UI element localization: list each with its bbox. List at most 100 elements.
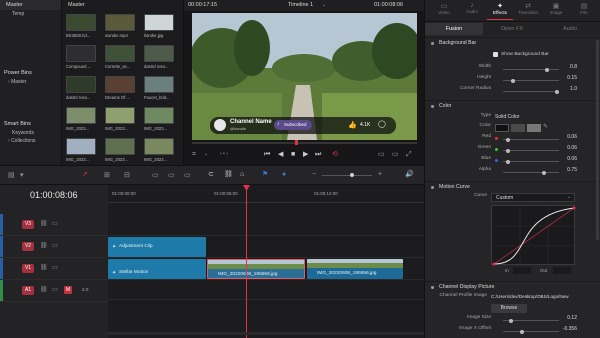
loop-icon[interactable]: ⟲	[332, 151, 338, 158]
jog-left-icon[interactable]: ‹ • ›	[220, 151, 228, 158]
inspector-tab-effects[interactable]: ✦ Effects	[487, 2, 513, 20]
red-value[interactable]: 0.06	[549, 134, 577, 140]
eyedropper-icon[interactable]: ✎	[543, 124, 548, 131]
corner-value[interactable]: 1.0	[549, 86, 577, 92]
profile-path-field[interactable]: C:/Users/dev/Desktop/OBS/Logo/New	[491, 294, 599, 299]
dropdown-icon[interactable]: ⌄	[204, 151, 208, 158]
zoom-slider[interactable]	[322, 175, 372, 176]
width-value[interactable]: 0.8	[549, 64, 577, 70]
smart-bin-keywords[interactable]: Keywords	[0, 129, 61, 137]
color-swatch-gray[interactable]	[511, 124, 525, 132]
color-swatch[interactable]	[495, 124, 509, 132]
blue-knob[interactable]	[506, 159, 511, 164]
type-dropdown[interactable]: Solid Color	[495, 114, 519, 120]
timeline-options-icon[interactable]: ▾	[20, 172, 24, 179]
media-thumbnail[interactable]	[105, 14, 135, 31]
height-value[interactable]: 0.15	[549, 75, 577, 81]
lock-icon[interactable]: ⛓	[40, 242, 48, 249]
timeline-view-icon[interactable]: ▤	[8, 172, 15, 179]
in-out-icon[interactable]: ▭	[392, 151, 399, 158]
section-channel-picture[interactable]: Channel Display Picture	[425, 281, 600, 292]
media-thumbnail[interactable]	[105, 76, 135, 93]
media-thumbnail[interactable]	[144, 107, 174, 124]
insert-icon[interactable]: ▭	[152, 172, 159, 179]
track-header-v2[interactable]: V2 ⛓ ▭	[0, 236, 108, 258]
video-frame[interactable]: Channel Name @handle ♪ Subscribed 👍 4.1K…	[192, 13, 417, 140]
zoom-knob[interactable]	[350, 173, 354, 177]
width-knob[interactable]	[544, 67, 549, 72]
adjustment-clip[interactable]: ✦ Adjustment Clip	[108, 237, 206, 257]
inspector-scrollbar[interactable]	[596, 40, 599, 240]
position-lock-icon[interactable]: ⌂	[240, 171, 244, 178]
image-size-knob[interactable]	[509, 318, 514, 323]
playhead-marker[interactable]	[295, 140, 298, 145]
play-icon[interactable]: ▶	[303, 151, 308, 158]
visibility-icon[interactable]: ▭	[52, 286, 58, 293]
timeline-scrollbar[interactable]	[108, 332, 424, 335]
track-header-v3[interactable]: V3 ⛓ ▭	[0, 214, 108, 236]
fullscreen-icon[interactable]: ⤢	[406, 151, 412, 158]
inspector-tab-image[interactable]: ▣ Image	[543, 2, 569, 20]
in-field[interactable]	[513, 267, 531, 274]
skip-start-icon[interactable]: ⏮	[264, 151, 270, 158]
timeline-name[interactable]: Timeline 1	[288, 2, 313, 8]
master-bin-title[interactable]: Master	[0, 0, 61, 10]
timeline-playhead[interactable]	[246, 185, 247, 338]
section-motion-curve[interactable]: Motion Curve	[425, 181, 600, 192]
media-thumbnail[interactable]	[144, 14, 174, 31]
zoom-in-icon[interactable]: +	[378, 171, 382, 178]
height-knob[interactable]	[510, 78, 515, 83]
track-header-v1[interactable]: V1 ⛓ ▭	[0, 258, 108, 280]
track-header-a1[interactable]: A1 ⛓ ▭ M 2.0	[0, 280, 108, 302]
smart-bin-collections[interactable]: › Collections	[0, 137, 61, 145]
timeline-ruler[interactable]: 01:00:00:00 01:00:06:00 01:00:12:00	[108, 185, 424, 203]
curve-editor[interactable]	[491, 205, 576, 266]
media-thumbnail[interactable]	[105, 138, 135, 155]
subtab-fusion[interactable]: Fusion	[425, 23, 483, 35]
mute-button[interactable]: M	[64, 286, 72, 294]
image-clip-1[interactable]: IMG_20220608_195556.jpg	[207, 259, 305, 279]
bin-item-temp[interactable]: Temp	[0, 10, 61, 18]
blue-value[interactable]: 0.06	[549, 156, 577, 162]
track-lane-v3[interactable]	[108, 214, 424, 236]
timeline-tracks[interactable]: 01:00:00:00 01:00:06:00 01:00:12:00 ✦ Ad…	[108, 185, 424, 338]
image-size-value[interactable]: 0.12	[549, 315, 577, 321]
browse-button[interactable]: Browse	[491, 304, 527, 313]
power-bin-master[interactable]: › Master	[0, 78, 61, 86]
marker-icon[interactable]: ●	[282, 171, 286, 178]
red-knob[interactable]	[506, 137, 511, 142]
inspector-tab-audio[interactable]: ♪ Audio	[459, 2, 485, 20]
flag-icon[interactable]: ⚑	[262, 171, 268, 178]
lock-icon[interactable]: ⛓	[40, 264, 48, 271]
lock-icon[interactable]: ⛓	[40, 286, 48, 293]
selection-tool-icon[interactable]: ➚	[82, 171, 88, 178]
media-thumbnail[interactable]	[66, 138, 96, 155]
media-thumbnail[interactable]	[66, 76, 96, 93]
blade-tool-icon[interactable]: ⊟	[124, 172, 130, 179]
alpha-knob[interactable]	[542, 170, 546, 175]
lock-icon[interactable]: ⛓	[40, 220, 48, 227]
subtab-audio[interactable]: Audio	[541, 23, 599, 35]
visibility-icon[interactable]: ▭	[52, 220, 58, 227]
overwrite-icon[interactable]: ▭	[168, 172, 175, 179]
alpha-value[interactable]: 0.75	[549, 167, 577, 173]
media-thumbnail[interactable]	[144, 45, 174, 62]
image-x-value[interactable]: -0.356	[549, 326, 577, 332]
zoom-out-icon[interactable]: −	[312, 171, 316, 178]
media-thumbnail[interactable]	[66, 45, 96, 62]
visibility-icon[interactable]: ▭	[52, 242, 58, 249]
show-background-checkbox[interactable]	[493, 52, 498, 57]
link-icon[interactable]: ⛓	[224, 171, 233, 178]
green-value[interactable]: 0.06	[549, 145, 577, 151]
snap-icon[interactable]: ⊂	[208, 171, 214, 178]
visibility-icon[interactable]: ▭	[52, 264, 58, 271]
media-thumbnail[interactable]	[66, 107, 96, 124]
section-background-bar[interactable]: Background Bar	[425, 37, 600, 48]
out-field[interactable]	[553, 267, 571, 274]
image-x-knob[interactable]	[519, 329, 524, 334]
chevron-down-icon[interactable]: ⌄	[322, 2, 326, 9]
skip-end-icon[interactable]: ⏭	[315, 151, 321, 158]
replace-icon[interactable]: ▭	[184, 172, 191, 179]
volume-icon[interactable]: 🔊	[405, 171, 414, 178]
monitor-icon[interactable]: ▭	[378, 151, 385, 158]
